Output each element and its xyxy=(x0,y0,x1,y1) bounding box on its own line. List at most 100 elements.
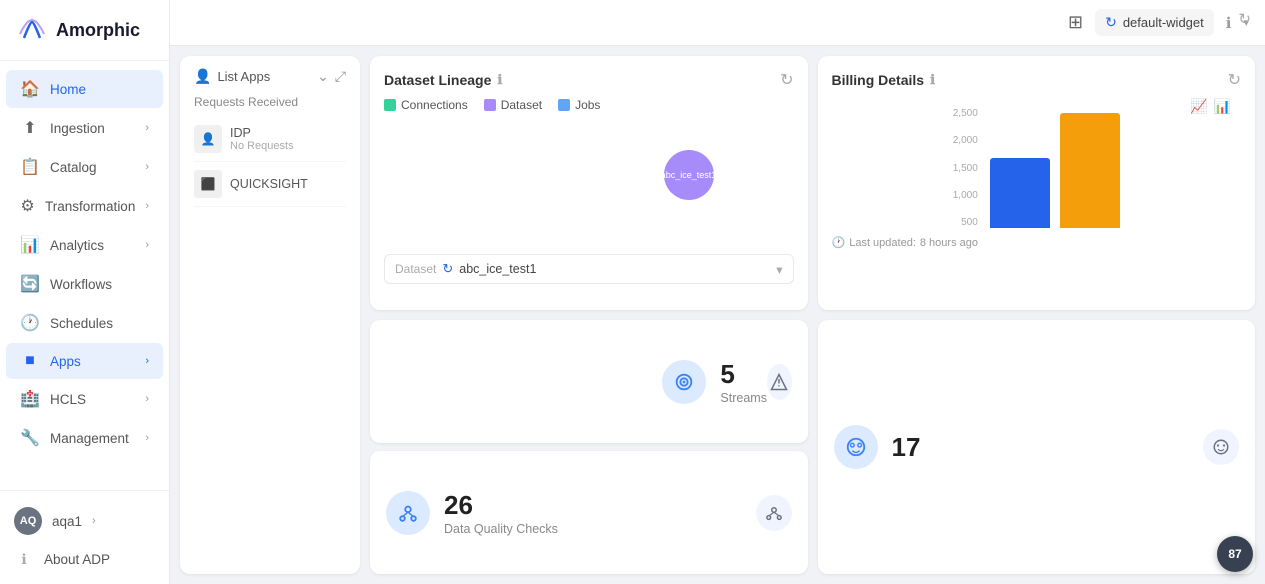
line-chart-icon[interactable]: 📈 xyxy=(1190,98,1207,115)
quicksight-info: QUICKSIGHT xyxy=(230,177,308,191)
legend-jobs: Jobs xyxy=(558,98,600,112)
list-apps-controls: ⌄ ⤢ xyxy=(317,68,346,85)
list-apps-card: 👤 List Apps ⌄ ⤢ Requests Received 👤 IDP xyxy=(180,56,360,574)
sidebar-item-home[interactable]: 🏠 Home xyxy=(6,70,163,108)
streams-number: 5 xyxy=(720,359,767,390)
chevron-right-icon: › xyxy=(145,122,149,134)
quicksight-name: QUICKSIGHT xyxy=(230,177,308,191)
y-label-1000: 1,000 xyxy=(953,190,978,201)
sidebar-item-catalog[interactable]: 📋 Catalog › xyxy=(6,148,163,186)
legend-connections-label: Connections xyxy=(401,98,468,112)
bottom-center-panel: ↻ 5 Streams xyxy=(370,320,808,574)
billing-info-icon[interactable]: ℹ xyxy=(930,72,935,88)
widget-selector[interactable]: ↻ default-widget xyxy=(1095,9,1214,36)
y-label-2500: 2,500 xyxy=(953,108,978,119)
layout-icon[interactable]: ⊞ xyxy=(1068,12,1083,33)
billing-title: Billing Details ℹ xyxy=(832,72,936,88)
list-apps-label: List Apps xyxy=(217,69,270,84)
billing-title-text: Billing Details xyxy=(832,72,925,88)
legend-dataset-label: Dataset xyxy=(501,98,542,112)
sidebar-item-schedules[interactable]: 🕐 Schedules xyxy=(6,304,163,342)
idp-no-requests: No Requests xyxy=(230,140,294,152)
sidebar-item-ingestion[interactable]: ⬆ Ingestion › xyxy=(6,109,163,147)
legend-dataset: Dataset xyxy=(484,98,542,112)
about-adp[interactable]: ℹ About ADP xyxy=(0,543,169,576)
quality-checks-stat-card: 26 Data Quality Checks xyxy=(370,451,808,574)
corner-badge[interactable]: 87 xyxy=(1217,536,1253,572)
schedules-icon: 🕐 xyxy=(20,313,40,333)
chevron-down-icon[interactable]: ⌄ xyxy=(317,68,329,85)
quality-stat-info: 26 Data Quality Checks xyxy=(444,490,558,536)
list-apps-header: 👤 List Apps ⌄ ⤢ xyxy=(194,68,346,85)
idp-icon: 👤 xyxy=(194,125,222,153)
avatar: AQ xyxy=(14,507,42,535)
dataset-color xyxy=(484,99,496,111)
list-item: ⬛ QUICKSIGHT xyxy=(194,162,346,207)
sidebar-item-hcls[interactable]: 🏥 HCLS › xyxy=(6,380,163,418)
sidebar-item-apps[interactable]: ■ Apps › xyxy=(6,343,163,379)
selector-chevron-icon: ▾ xyxy=(776,262,782,277)
bar-chart-icon[interactable]: 📊 xyxy=(1214,98,1231,115)
quality-number: 26 xyxy=(444,490,558,521)
chart-bars xyxy=(990,108,1120,228)
home-icon: 🏠 xyxy=(20,79,40,99)
streams-icon xyxy=(662,360,706,404)
lineage-refresh-icon[interactable]: ↻ xyxy=(780,70,793,90)
chart-y-axis: 2,500 2,000 1,500 1,000 500 xyxy=(953,108,978,228)
sidebar-navigation: 🏠 Home ⬆ Ingestion › 📋 Catalog › ⚙ Trans… xyxy=(0,61,169,490)
last-updated-label: Last updated: xyxy=(849,237,916,249)
sidebar-label-hcls: HCLS xyxy=(50,392,135,407)
sidebar-item-analytics[interactable]: 📊 Analytics › xyxy=(6,226,163,264)
connections-color xyxy=(384,99,396,111)
selector-label: Dataset xyxy=(395,262,436,276)
streams-stat-info: 5 Streams xyxy=(720,359,767,405)
sidebar-label-home: Home xyxy=(50,82,149,97)
corner-badge-number: 87 xyxy=(1228,547,1241,561)
bar-2 xyxy=(1060,113,1120,228)
chevron-right-icon: › xyxy=(145,393,149,405)
lineage-legend: Connections Dataset Jobs xyxy=(384,98,794,112)
list-apps-title: 👤 List Apps xyxy=(194,68,270,85)
idp-name: IDP xyxy=(230,126,294,140)
sidebar-item-workflows[interactable]: 🔄 Workflows xyxy=(6,265,163,303)
chevron-right-icon: › xyxy=(145,161,149,173)
lineage-title: Dataset Lineage ℹ xyxy=(384,72,502,88)
chevron-right-icon: › xyxy=(145,432,149,444)
misc-icon xyxy=(834,425,878,469)
billing-refresh-icon[interactable]: ↻ xyxy=(1228,70,1241,90)
sidebar-logo: Amorphic xyxy=(0,0,169,61)
user-profile[interactable]: AQ aqa1 › xyxy=(0,499,169,543)
sidebar-label-apps: Apps xyxy=(50,354,135,369)
management-icon: 🔧 xyxy=(20,428,40,448)
lineage-header: Dataset Lineage ℹ ↻ xyxy=(384,70,794,90)
streams-action-icon[interactable] xyxy=(767,364,792,400)
sidebar-label-ingestion: Ingestion xyxy=(50,121,135,136)
sidebar: Amorphic 🏠 Home ⬆ Ingestion › 📋 Catalog … xyxy=(0,0,170,584)
chart-icons: 📈 📊 xyxy=(1190,98,1231,115)
sidebar-item-transformation[interactable]: ⚙ Transformation › xyxy=(6,187,163,225)
quality-action-icon[interactable] xyxy=(756,495,792,531)
misc-stat-info: 17 xyxy=(892,432,921,463)
idp-info: IDP No Requests xyxy=(230,126,294,152)
expand-icon[interactable]: ⤢ xyxy=(335,68,346,85)
logo-text: Amorphic xyxy=(56,20,140,41)
sidebar-label-management: Management xyxy=(50,431,135,446)
quality-stat-left: 26 Data Quality Checks xyxy=(386,490,558,536)
dataset-selector[interactable]: Dataset ↻ abc_ice_test1 ▾ xyxy=(384,254,794,284)
last-updated-time: 8 hours ago xyxy=(920,237,978,249)
dashboard: 👤 List Apps ⌄ ⤢ Requests Received 👤 IDP xyxy=(170,46,1265,584)
topbar-info-icon[interactable]: ℹ xyxy=(1226,14,1232,32)
sidebar-item-management[interactable]: 🔧 Management › xyxy=(6,419,163,457)
lineage-info-icon[interactable]: ℹ xyxy=(497,72,502,88)
streams-stat-left: 5 Streams xyxy=(662,359,767,405)
misc-action-icon[interactable] xyxy=(1203,429,1239,465)
y-label-2000: 2,000 xyxy=(953,135,978,146)
transformation-icon: ⚙ xyxy=(20,196,35,216)
analytics-icon: 📊 xyxy=(20,235,40,255)
chevron-right-icon: › xyxy=(145,200,149,212)
misc-number: 17 xyxy=(892,432,921,463)
lineage-node: abc_ice_test1 xyxy=(664,150,714,200)
requests-label: Requests Received xyxy=(194,95,346,109)
sidebar-label-catalog: Catalog xyxy=(50,160,135,175)
widget-label: default-widget xyxy=(1123,15,1204,30)
